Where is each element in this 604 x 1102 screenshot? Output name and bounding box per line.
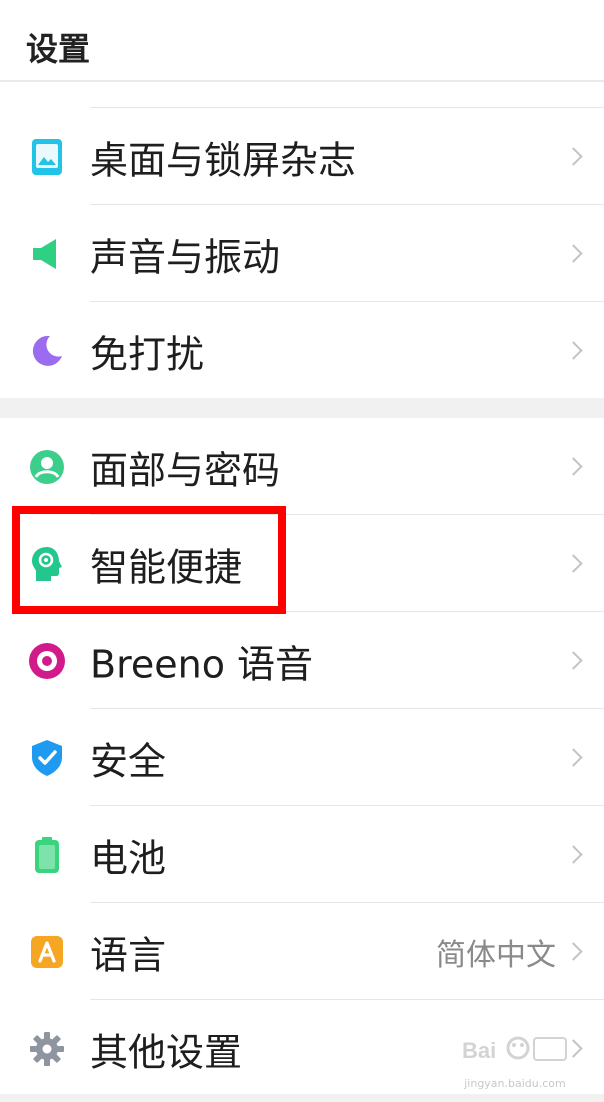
language-current-value: 简体中文: [436, 937, 556, 973]
chevron-right-icon: [564, 844, 583, 864]
settings-item-face-password[interactable]: 面部与密码: [0, 418, 604, 515]
chevron-right-icon: [564, 941, 583, 961]
section-gap: [0, 398, 604, 418]
settings-item-breeno-voice[interactable]: Breeno 语音: [0, 612, 604, 709]
settings-item-sound[interactable]: 声音与振动: [0, 205, 604, 302]
svg-text:Bai: Bai: [462, 1038, 496, 1063]
shield-icon: [28, 739, 66, 777]
settings-item-label: 免打扰: [90, 332, 205, 376]
settings-item-security[interactable]: 安全: [0, 709, 604, 806]
settings-item-label: Breeno 语音: [90, 642, 314, 686]
settings-item-do-not-disturb[interactable]: 免打扰: [0, 302, 604, 399]
chevron-right-icon: [564, 146, 583, 166]
speaker-icon: [28, 235, 66, 273]
bottom-bar: [0, 1094, 604, 1102]
settings-item-battery[interactable]: 电池: [0, 806, 604, 903]
wallpaper-icon: [28, 138, 66, 176]
gear-icon: [28, 1030, 66, 1068]
breeno-ring-icon: [28, 642, 66, 680]
settings-item-wallpaper[interactable]: 桌面与锁屏杂志: [0, 108, 604, 205]
chevron-right-icon: [564, 456, 583, 476]
baidu-watermark-logo: Bai jingyan.baidu.com: [460, 1030, 570, 1090]
battery-icon: [28, 836, 66, 874]
highlight-box: [12, 506, 286, 614]
chevron-right-icon: [564, 243, 583, 263]
header: 设置: [0, 0, 604, 82]
settings-item-label: 面部与密码: [90, 448, 281, 492]
settings-item-label: 安全: [90, 739, 167, 783]
language-a-icon: [28, 933, 66, 971]
page-title: 设置: [26, 30, 91, 68]
settings-item-language[interactable]: 语言 简体中文: [0, 903, 604, 1000]
chevron-right-icon: [564, 553, 583, 573]
settings-item-label: 语言: [90, 933, 167, 977]
chevron-right-icon: [564, 650, 583, 670]
watermark-url: jingyan.baidu.com: [464, 1077, 566, 1090]
settings-item-label: 声音与振动: [90, 235, 281, 279]
moon-icon: [28, 332, 66, 370]
settings-item-label: 其他设置: [90, 1030, 243, 1074]
chevron-right-icon: [564, 340, 583, 360]
settings-item-label: 电池: [90, 836, 167, 880]
chevron-right-icon: [564, 747, 583, 767]
face-user-icon: [28, 448, 66, 486]
settings-item-label: 桌面与锁屏杂志: [90, 138, 357, 182]
